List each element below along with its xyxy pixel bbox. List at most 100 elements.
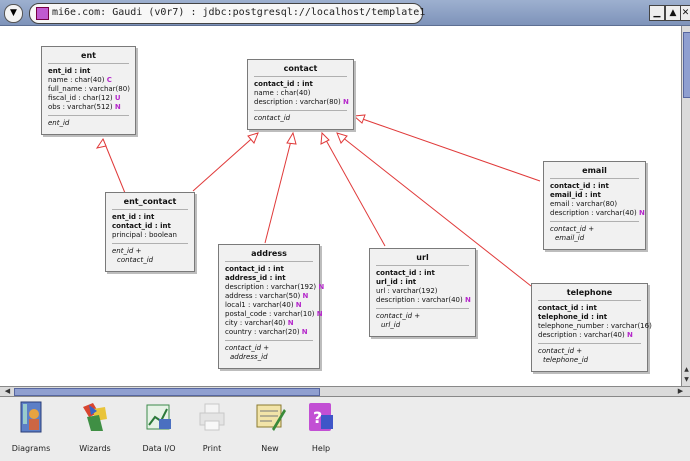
attribute-flag: N [464, 296, 471, 304]
entity-contact[interactable]: contact contact_id : int name : char(40) de… [247, 59, 354, 130]
attribute-text: telephone_number : varchar(16) [538, 322, 652, 330]
entity-attribute: local1 : varchar(40) N [225, 301, 313, 310]
entity-address[interactable]: address contact_id : int address_id : int d… [218, 244, 324, 369]
attribute-text: full_name : varchar(80) [48, 85, 130, 93]
attribute-text: country : varchar(20) [225, 328, 300, 336]
entity-attribute: postal_code : varchar(10) N [225, 310, 323, 319]
entity-attribute: name : char(40) C [48, 76, 129, 85]
entity-attribute: contact_id : int [376, 269, 469, 278]
vertical-scroll-thumb[interactable] [683, 32, 690, 98]
toolbar-data-io-button[interactable]: Data I/O [130, 401, 188, 453]
attribute-text: principal : boolean [112, 231, 177, 239]
attribute-text: description : varchar(192) [225, 283, 317, 291]
attribute-text: url_id : int [376, 278, 417, 286]
attribute-flag: N [301, 328, 308, 336]
entity-attribute: description : varchar(40) N [376, 296, 471, 305]
window-title-pill: mi6e.com: Gaudi (v0r7) : jdbc:postgresql… [29, 3, 425, 24]
attribute-flag: N [342, 98, 349, 106]
entity-key: contact_id [117, 256, 154, 264]
horizontal-scrollbar[interactable]: ◀ ▶ [0, 386, 690, 397]
close-button[interactable]: ✕ [680, 5, 690, 21]
entity-attribute: contact_id : int [254, 80, 347, 89]
toolbar-label: Data I/O [142, 444, 176, 453]
attribute-flag: N [287, 319, 294, 327]
relation-arrowhead [95, 137, 107, 149]
relation-arrowhead [352, 114, 366, 124]
entity-attributes: ent_id : int contact_id : int principal : … [106, 210, 194, 243]
toolbar-wizards-button[interactable]: Wizards [66, 401, 124, 453]
entity-name: ent_contact [123, 197, 177, 206]
svg-text:?: ? [313, 408, 322, 427]
entity-attribute: telephone_number : varchar(16) [538, 322, 652, 331]
window-menu-button[interactable]: ▼ [4, 4, 23, 23]
entity-attribute: full_name : varchar(80) [48, 85, 130, 94]
toolbar-diagrams-button[interactable]: Diagrams [2, 401, 60, 453]
entity-attribute: description : varchar(80) N [254, 98, 349, 107]
toolbar-print-button[interactable]: Print [183, 401, 241, 453]
attribute-text: description : varchar(40) [538, 331, 625, 339]
attribute-flag: N [638, 209, 645, 217]
horizontal-scroll-thumb[interactable] [14, 388, 320, 396]
entity-key: address_id [230, 353, 268, 361]
attribute-flag: N [114, 103, 121, 111]
attribute-text: address_id : int [225, 274, 286, 282]
attribute-text: ent_id : int [48, 67, 91, 75]
help-icon: ? [309, 403, 333, 431]
entity-ent[interactable]: ent ent_id : int name : char(40) Cfull_nam… [41, 46, 136, 135]
attribute-flag: N [316, 310, 323, 318]
toolbar-help-button[interactable]: ? Help [292, 401, 350, 453]
minimize-button[interactable]: ▁ [649, 5, 665, 21]
attribute-text: contact_id : int [225, 265, 284, 273]
attribute-text: contact_id : int [550, 182, 609, 190]
entity-name: ent [81, 51, 96, 60]
window-titlebar: ▼ mi6e.com: Gaudi (v0r7) : jdbc:postgres… [0, 0, 690, 26]
entity-key: contact_id + [225, 344, 270, 352]
entity-attribute: email_id : int [550, 191, 639, 200]
diagram-canvas[interactable]: ent ent_id : int name : char(40) Cfull_nam… [0, 26, 681, 386]
attribute-text: email_id : int [550, 191, 601, 199]
toolbar-label: Print [202, 444, 222, 453]
entity-keys: contact_id + telephone_id [532, 344, 647, 371]
entity-attribute: contact_id : int [538, 304, 641, 313]
attribute-text: obs : varchar(512) [48, 103, 113, 111]
toolbar-new-button[interactable]: New [241, 401, 299, 453]
attribute-text: postal_code : varchar(10) [225, 310, 315, 318]
entity-attribute: obs : varchar(512) N [48, 103, 129, 112]
entity-attribute: contact_id : int [550, 182, 639, 191]
toolbar-label: New [261, 444, 279, 453]
entity-keys: ent_id + contact_id [106, 244, 194, 271]
entity-name: address [251, 249, 287, 258]
entity-key: contact_id + [538, 347, 583, 355]
entity-attribute: description : varchar(40) N [538, 331, 641, 340]
scroll-left-arrow-icon[interactable]: ◀ [3, 387, 12, 396]
entity-name: email [582, 166, 607, 175]
vertical-scrollbar[interactable]: ▲ ▼ [681, 26, 690, 386]
relation-ent-contact-ent [102, 138, 126, 194]
entity-attributes: ent_id : int name : char(40) Cfull_name :… [42, 64, 135, 115]
relation-ent-contact-contact [192, 132, 259, 192]
entity-keys: contact_id + url_id [370, 309, 475, 336]
entity-telephone[interactable]: telephone contact_id : int telephone_id : … [531, 283, 652, 372]
relation-url-contact [321, 132, 386, 247]
entity-key: email_id [555, 234, 585, 242]
entity-ent-contact[interactable]: ent_contact ent_id : int contact_id : int p… [105, 192, 195, 272]
scroll-right-arrow-icon[interactable]: ▶ [676, 387, 685, 396]
attribute-text: description : varchar(80) [254, 98, 341, 106]
scroll-up-arrow-icon[interactable]: ▲ [683, 366, 690, 374]
entity-attribute: telephone_id : int [538, 313, 641, 322]
entity-attribute: url_id : int [376, 278, 469, 287]
entity-email[interactable]: email contact_id : int email_id : int email… [543, 161, 646, 250]
entity-attribute: name : char(40) [254, 89, 347, 98]
main-toolbar: Diagrams Wizards Data I/O Print New ? He… [0, 397, 690, 461]
maximize-button[interactable]: ▲ [665, 5, 681, 21]
diagrams-icon [20, 401, 42, 433]
toolbar-label: Help [311, 444, 331, 453]
scroll-down-arrow-icon[interactable]: ▼ [683, 376, 690, 384]
attribute-text: contact_id : int [254, 80, 313, 88]
attribute-text: name : char(40) [48, 76, 105, 84]
relation-arrowhead [336, 132, 348, 144]
attribute-text: url : varchar(192) [376, 287, 438, 295]
entity-attribute: ent_id : int [48, 67, 129, 76]
attribute-flag: N [295, 301, 302, 309]
entity-url[interactable]: url contact_id : int url_id : int url : var… [369, 248, 476, 337]
